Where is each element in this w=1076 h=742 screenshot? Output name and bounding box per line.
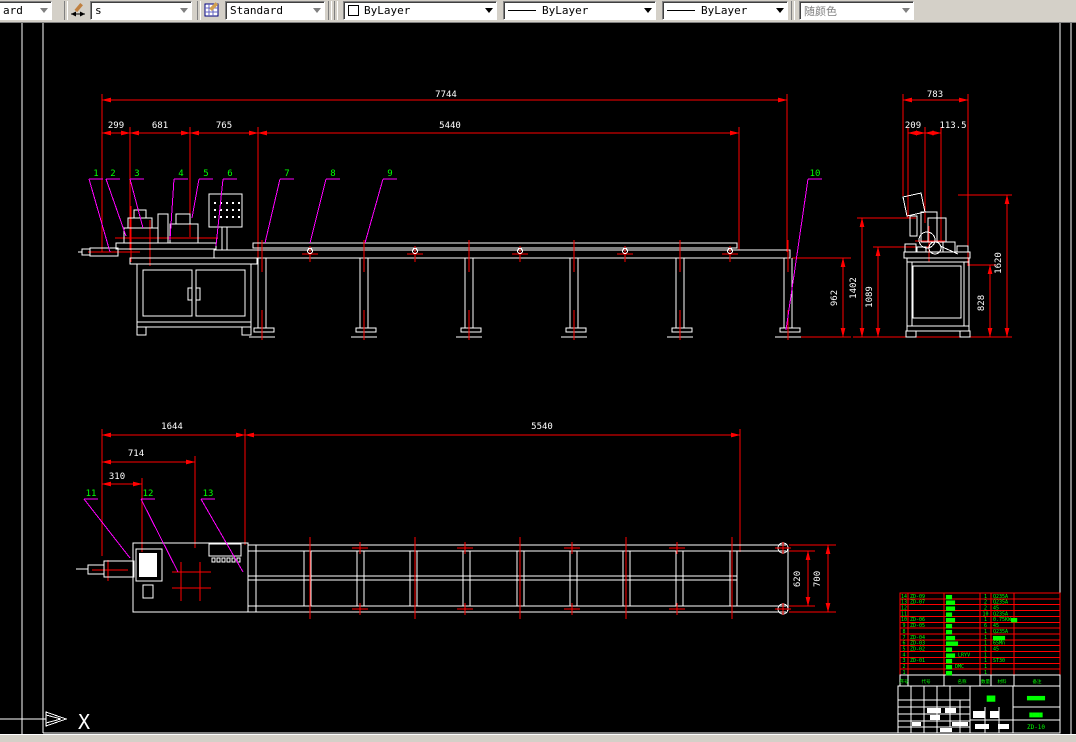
lineweight-combo-value: ByLayer — [701, 4, 748, 17]
tablestyle-icon[interactable] — [203, 1, 223, 21]
linetype-combo-value: ByLayer — [542, 4, 589, 17]
dim-text: 299 — [108, 121, 124, 131]
chevron-down-icon[interactable] — [899, 4, 913, 17]
dimstyle-combo-value: s — [95, 4, 102, 17]
dim-text: 828 — [977, 295, 987, 311]
dim-text: 1089 — [865, 286, 875, 308]
toolbar: ard s Standard ByLayer ByLayer ByLayer 随… — [0, 0, 1076, 23]
toolbar-separator — [64, 1, 68, 20]
balloon-label: 13 — [203, 489, 214, 499]
dim-text: 681 — [152, 121, 168, 131]
color-combo-value: ByLayer — [364, 4, 411, 17]
dim-text: 5440 — [439, 121, 461, 131]
linetype-sample — [508, 10, 536, 11]
dim-text: 700 — [813, 571, 823, 587]
dim-text: 209 — [905, 121, 921, 131]
balloon-label: 2 — [110, 169, 115, 179]
dim-text: 962 — [830, 290, 840, 306]
textstyle-combo[interactable]: Standard — [225, 1, 325, 20]
dim-text: 7744 — [435, 90, 457, 100]
bom-cell: ZD-02 — [910, 647, 925, 653]
bom-cell: ST30 — [993, 658, 1005, 664]
balloon-label: 12 — [143, 489, 154, 499]
bom-header: 备注 — [1033, 678, 1042, 685]
ucs-x-label: X — [78, 710, 90, 734]
balloon-label: 9 — [387, 169, 392, 179]
bom-cell: ZD-01 — [910, 658, 925, 664]
bom-cell: ZD-07 — [910, 600, 925, 606]
dimstyle-icon[interactable] — [69, 1, 89, 21]
toolbar-separator — [791, 1, 795, 20]
bom-cell: 1 — [902, 670, 905, 676]
bom-cell: ZD-05 — [910, 623, 925, 629]
plotstyle-combo[interactable]: 随颜色 — [799, 1, 914, 20]
bom-cell: 1 — [984, 670, 987, 676]
dim-text: 620 — [793, 571, 803, 587]
balloon-label: 4 — [178, 169, 183, 179]
balloon-label: 3 — [134, 169, 139, 179]
linetype-combo[interactable]: ByLayer — [503, 1, 656, 20]
drawing-title-cell: ▆▆▆▆ — [1028, 712, 1043, 718]
bom-cell: 45 — [993, 647, 999, 653]
drawing-canvas[interactable]: X 7744 299 681 765 5440 962 783 209 113.… — [0, 0, 1076, 742]
chevron-down-icon[interactable] — [482, 4, 496, 17]
toolbar-separator — [328, 1, 332, 20]
dim-text: 5540 — [531, 422, 553, 432]
chevron-down-icon[interactable] — [177, 4, 191, 17]
chevron-down-icon[interactable] — [37, 4, 51, 17]
bom-header: 代号 — [922, 678, 931, 685]
dim-text: 1620 — [994, 252, 1004, 274]
dim-text: 783 — [927, 90, 943, 100]
balloon-label: 6 — [227, 169, 232, 179]
balloon-label: 10 — [810, 169, 821, 179]
balloon-label: 11 — [86, 489, 97, 499]
styles-combo-value: ard — [3, 4, 23, 17]
balloon-label: 5 — [203, 169, 208, 179]
drawing-number-cell: ZD-10 — [1027, 724, 1045, 731]
bom-header: 数量 — [981, 678, 990, 685]
status-strip — [0, 734, 1076, 742]
lineweight-combo[interactable]: ByLayer — [662, 1, 788, 20]
plotstyle-combo-value: 随颜色 — [804, 4, 837, 18]
bom-header: 名称 — [958, 678, 967, 685]
lineweight-sample — [667, 10, 695, 11]
styles-combo[interactable]: ard — [0, 1, 52, 20]
dim-text: 1402 — [849, 277, 859, 299]
balloon-label: 8 — [330, 169, 335, 179]
dim-text: 1644 — [161, 422, 183, 432]
chevron-down-icon[interactable] — [641, 4, 655, 17]
bom-cell: ▆▆ — [945, 670, 953, 676]
toolbar-separator — [197, 1, 201, 20]
bom-header: 材料 — [998, 678, 1007, 685]
chevron-down-icon[interactable] — [773, 4, 787, 17]
chevron-down-icon[interactable] — [310, 4, 324, 17]
color-combo[interactable]: ByLayer — [343, 1, 497, 20]
drawing-name-cell: ▆▆ — [986, 694, 996, 702]
dim-text: 765 — [216, 121, 232, 131]
dim-text: 310 — [109, 472, 125, 482]
bom-header: 序号 — [900, 678, 909, 685]
toolbar-separator — [334, 1, 338, 20]
balloon-label: 7 — [284, 169, 289, 179]
color-swatch — [348, 5, 359, 16]
dimstyle-combo[interactable]: s — [90, 1, 192, 20]
textstyle-combo-value: Standard — [230, 4, 283, 17]
balloon-label: 1 — [93, 169, 98, 179]
dim-text: 113.5 — [939, 121, 966, 131]
company-cell: ▆▆▆▆▆▆ — [1026, 695, 1046, 701]
dim-text: 714 — [128, 449, 144, 459]
